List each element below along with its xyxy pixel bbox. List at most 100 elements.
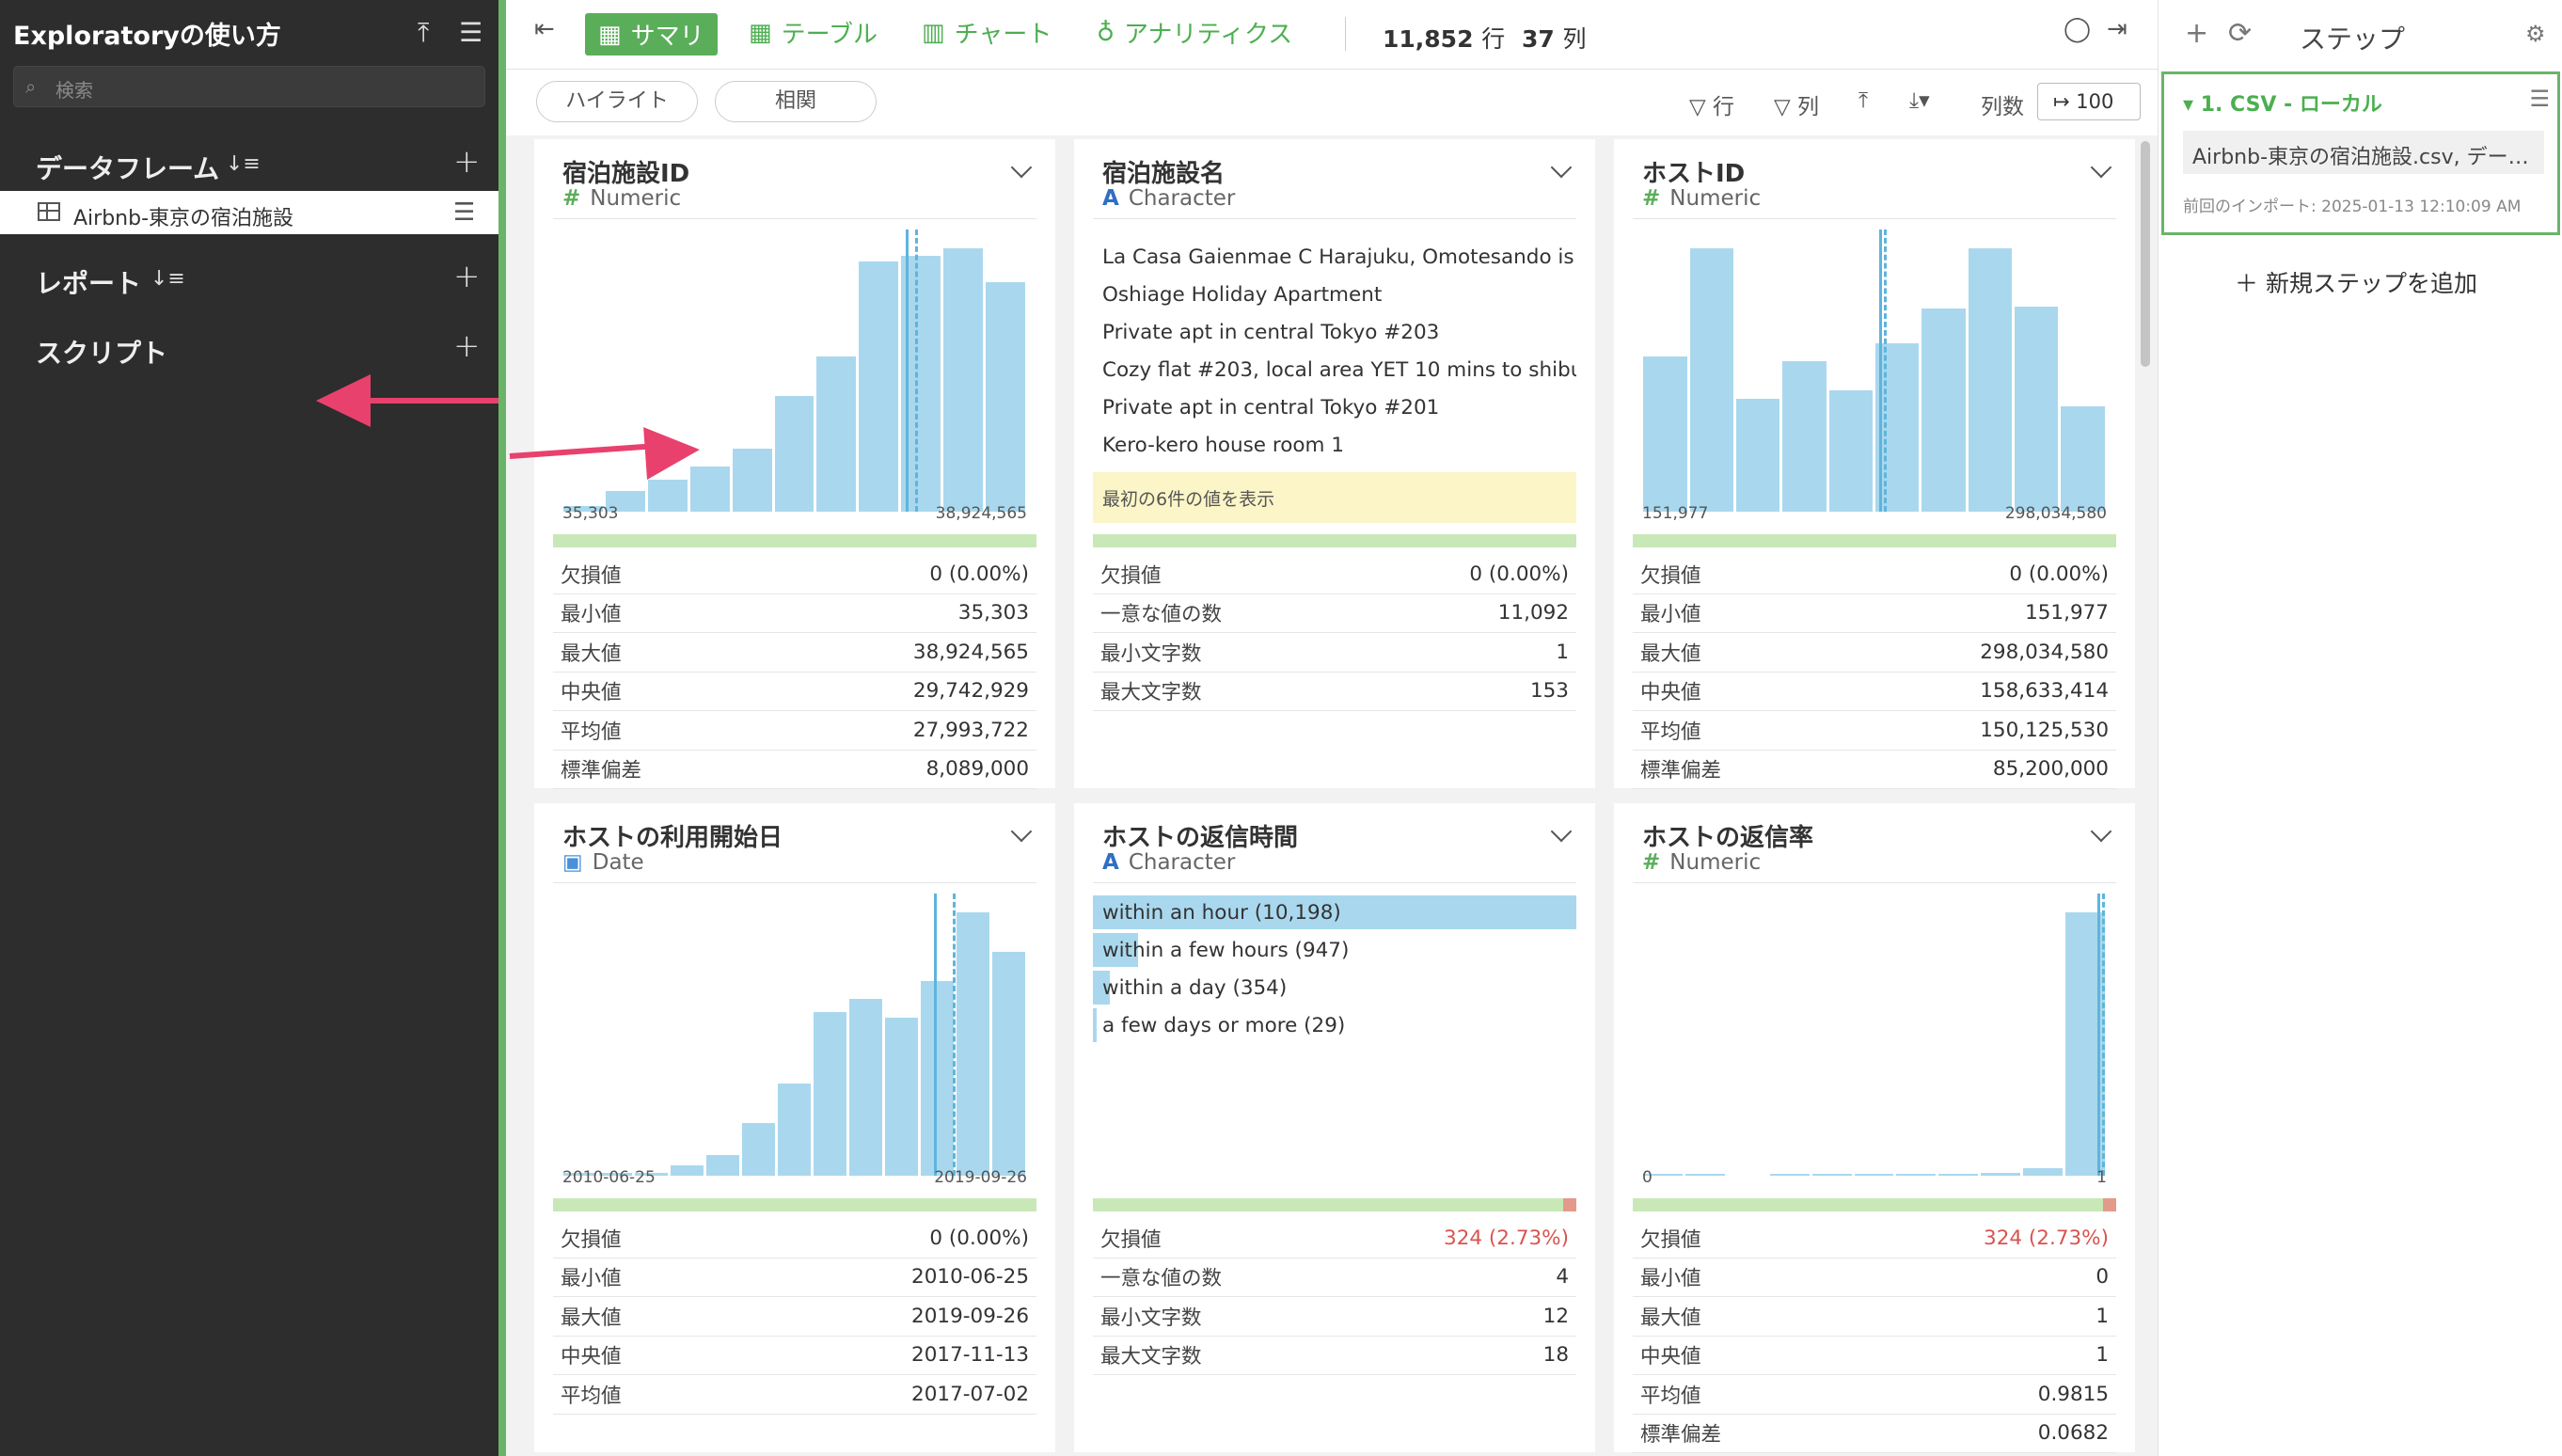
step-title: ▾ 1. CSV - ローカル [2183, 93, 2382, 117]
filter-cols-button[interactable]: ▽ 列 [1774, 88, 1819, 120]
sample-note: 最初の6件の値を表示 [1093, 472, 1576, 523]
histogram-bar[interactable] [985, 282, 1025, 512]
sidebar-divider[interactable] [498, 0, 506, 1456]
histogram-bar[interactable] [1968, 248, 2013, 512]
histogram-bar[interactable] [1875, 342, 1920, 512]
col-count-input[interactable]: ↦ 100 [2037, 83, 2141, 120]
upload-icon[interactable]: ⤒ [418, 17, 429, 49]
histogram-bar[interactable] [1689, 248, 1733, 512]
comment-icon[interactable]: ◯ [2064, 15, 2091, 43]
col-count: 37 列 [1522, 25, 1587, 53]
histogram-bar[interactable] [848, 999, 882, 1176]
step-csv-local[interactable]: ▾ 1. CSV - ローカル ☰ Airbnb-東京の宿泊施設.csv, デー… [2161, 71, 2560, 235]
add-dataframe-icon[interactable]: + [453, 143, 481, 181]
histogram-bar[interactable] [1643, 356, 1687, 512]
stat-label: 最小文字数 [1100, 641, 1202, 666]
search-input[interactable]: ⌕ 検索 [13, 66, 485, 107]
histogram-bar[interactable] [706, 1154, 740, 1176]
stat-label: 欠損値 [1100, 563, 1162, 588]
stat-label: 最大文字数 [1100, 1345, 1202, 1369]
histogram-bar[interactable] [1896, 1174, 1937, 1176]
stat-label: 最小文字数 [1100, 1306, 1202, 1330]
refresh-icon[interactable]: ⟳ [2228, 17, 2252, 50]
search-icon: ⌕ [25, 75, 37, 98]
collapse-right-icon[interactable]: ⇥ [2107, 15, 2127, 43]
histogram-bar[interactable] [813, 1012, 846, 1176]
stat-value: 324 (2.73%) [1444, 1226, 1569, 1250]
add-report-icon[interactable]: + [453, 258, 481, 295]
histogram-bar[interactable] [920, 980, 954, 1176]
sort-icon[interactable]: ↓≡ [226, 152, 261, 176]
histogram-bar[interactable] [1811, 1174, 1852, 1176]
histogram-bar[interactable] [956, 912, 989, 1176]
histogram-bar[interactable] [2023, 1167, 2063, 1176]
histogram-bar[interactable] [647, 480, 688, 512]
histogram-bar[interactable] [2015, 306, 2059, 512]
stat-value: 8,089,000 [925, 757, 1029, 782]
histogram-bar[interactable] [859, 261, 899, 512]
tab-chart[interactable]: ▥ チャート [922, 15, 1052, 50]
stat-row: 最小文字数 1 [1093, 633, 1576, 673]
column-title: 宿泊施設ID [562, 160, 690, 188]
dataframe-item[interactable]: Airbnb-東京の宿泊施設 ☰ [0, 191, 498, 234]
histogram-bar[interactable] [778, 1084, 811, 1176]
add-icon[interactable]: + [2185, 17, 2208, 50]
frequency-row[interactable]: within a few hours (947) [1093, 931, 1576, 969]
tab-summary[interactable]: ▦ サマリ [585, 13, 718, 55]
tab-table[interactable]: ▦ テーブル [749, 15, 878, 50]
stat-row: 平均値 0.9815 [1633, 1375, 2116, 1415]
histogram-bar[interactable] [884, 1018, 918, 1176]
stat-label: 欠損値 [561, 563, 622, 588]
highlight-button[interactable]: ハイライト [536, 81, 698, 122]
section-scripts[interactable]: スクリプト [36, 333, 167, 371]
histogram-bar[interactable] [1922, 309, 1966, 512]
histogram-bar[interactable] [742, 1123, 776, 1176]
histogram-bar[interactable] [2061, 406, 2105, 512]
chevron-down-icon[interactable] [1010, 820, 1033, 843]
frequency-row[interactable]: within an hour (10,198) [1093, 894, 1576, 931]
histogram-bar[interactable] [1854, 1174, 1894, 1176]
settings-icon[interactable]: ⚙ [2525, 21, 2546, 47]
section-dataframes[interactable]: データフレーム [36, 149, 219, 186]
histogram-bar[interactable] [1938, 1174, 1979, 1176]
sort-up-icon[interactable]: ⤒ [1858, 88, 1868, 113]
histogram-bar[interactable] [943, 248, 983, 512]
stat-value: 4 [1556, 1265, 1569, 1290]
frequency-row[interactable]: within a day (354) [1093, 969, 1576, 1006]
stat-row: 中央値 158,633,414 [1633, 673, 2116, 711]
tab-analytics[interactable]: ♁ アナリティクス [1097, 15, 1292, 50]
sort-down-icon[interactable]: ⤓▾ [1909, 88, 1930, 113]
histogram-bar[interactable] [1735, 398, 1780, 512]
filter-rows-button[interactable]: ▽ 行 [1689, 88, 1734, 120]
chevron-down-icon[interactable] [1550, 156, 1573, 179]
menu-icon[interactable]: ☰ [459, 17, 482, 48]
divider [1345, 17, 1346, 51]
dataframe-menu-icon[interactable]: ☰ [453, 198, 475, 227]
histogram-bar[interactable] [1981, 1173, 2020, 1176]
chevron-down-icon[interactable] [1010, 156, 1033, 179]
chevron-down-icon[interactable] [1550, 820, 1573, 843]
histogram-bar[interactable] [1782, 361, 1827, 512]
column-title: ホストID [1642, 160, 1746, 188]
scrollbar[interactable] [2141, 141, 2150, 367]
histogram-bar[interactable] [1769, 1174, 1810, 1176]
axis-min-label: 2010-06-25 [562, 1168, 656, 1187]
histogram-bar[interactable] [1685, 1174, 1725, 1176]
histogram-bar[interactable] [671, 1164, 704, 1176]
histogram-bar[interactable] [732, 448, 772, 512]
section-reports[interactable]: レポート [36, 263, 141, 301]
histogram-bar[interactable] [1828, 390, 1873, 512]
correlation-button[interactable]: 相関 [715, 81, 877, 122]
add-step-button[interactable]: ＋ 新規ステップを追加 [2235, 265, 2477, 299]
chevron-down-icon[interactable] [2090, 820, 2112, 843]
collapse-sidebar-icon[interactable]: ⇤ [534, 15, 555, 43]
stat-label: 最小値 [1640, 603, 1701, 627]
sort-icon[interactable]: ↓≡ [150, 267, 185, 291]
add-script-icon[interactable]: + [453, 327, 481, 365]
frequency-row[interactable]: a few days or more (29) [1093, 1006, 1576, 1044]
histogram-bar[interactable] [816, 356, 857, 512]
chevron-down-icon[interactable] [2090, 156, 2112, 179]
histogram-bar[interactable] [991, 952, 1025, 1176]
histogram-bar[interactable] [774, 395, 814, 512]
step-menu-icon[interactable]: ☰ [2529, 86, 2550, 112]
